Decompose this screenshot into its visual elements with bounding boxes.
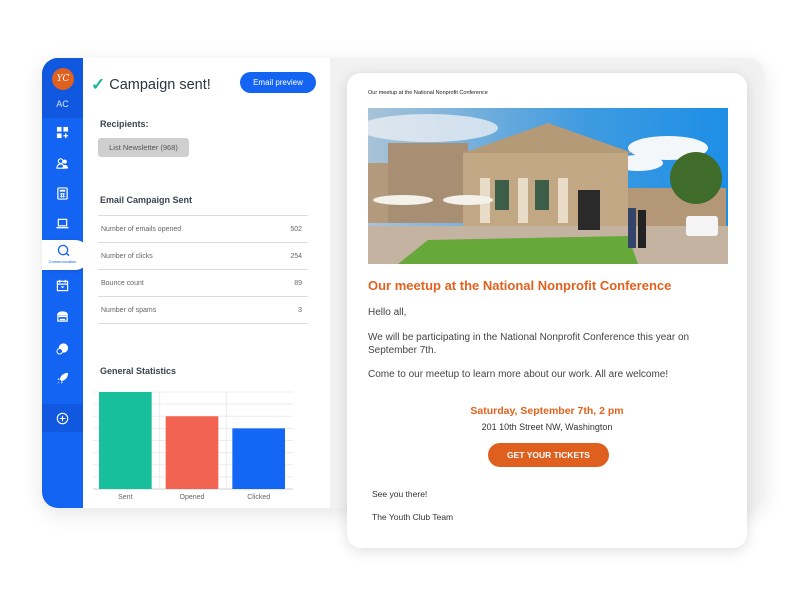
- bar-clicked: [232, 428, 285, 489]
- page-title-row: ✓ Campaign sent!: [91, 75, 211, 95]
- stat-label: Number of emails opened: [101, 225, 182, 233]
- laptop-icon[interactable]: [55, 216, 70, 231]
- email-title: Our meetup at the National Nonprofit Con…: [368, 278, 672, 293]
- calendar-icon[interactable]: [55, 278, 70, 293]
- table-row: Number of spams 3: [98, 297, 308, 324]
- x-tick-label: Sent: [118, 494, 132, 501]
- general-stats-heading: General Statistics: [100, 366, 177, 376]
- campaign-summary-panel: ✓ Campaign sent! Email preview Recipient…: [83, 58, 330, 508]
- email-greeting: Hello all,: [368, 307, 407, 318]
- stat-value: 89: [294, 279, 302, 287]
- sidebar: YC AC: [42, 58, 83, 508]
- stat-label: Number of clicks: [101, 252, 153, 260]
- email-signoff: See you there!: [372, 489, 428, 499]
- dashboard-add-icon[interactable]: [55, 125, 70, 140]
- bar-opened: [165, 416, 219, 489]
- rocket-icon[interactable]: [55, 371, 70, 386]
- stat-value: 3: [298, 306, 302, 314]
- x-tick-label: Clicked: [247, 494, 270, 501]
- email-preview-card: Our meetup at the National Nonprofit Con…: [347, 73, 747, 548]
- stats-heading: Email Campaign Sent: [100, 195, 193, 205]
- recipients-heading: Recipients:: [100, 119, 149, 129]
- bar-sent: [99, 392, 152, 489]
- stat-label: Number of spams: [101, 306, 157, 314]
- table-row: Number of emails opened 502: [98, 216, 308, 243]
- table-row: Bounce count 89: [98, 270, 308, 297]
- email-paragraph-2: Come to our meetup to learn more about o…: [368, 369, 669, 380]
- stat-label: Bounce count: [101, 279, 144, 287]
- contacts-icon[interactable]: [55, 156, 70, 171]
- store-icon[interactable]: [55, 309, 70, 324]
- x-tick-label: Opened: [180, 494, 205, 501]
- recipient-list-chip[interactable]: List Newsletter (968): [98, 138, 189, 157]
- email-signature: The Youth Club Team: [372, 512, 454, 522]
- stat-value: 502: [290, 225, 302, 233]
- get-tickets-button[interactable]: GET YOUR TICKETS: [488, 443, 609, 467]
- communication-icon: [57, 244, 70, 257]
- stat-value: 254: [290, 252, 302, 260]
- email-preview-button[interactable]: Email preview: [240, 72, 316, 93]
- account-label[interactable]: AC: [42, 99, 83, 109]
- donation-icon[interactable]: [55, 341, 70, 356]
- calculator-icon[interactable]: [55, 186, 70, 201]
- email-paragraph-1: We will be participating in the National…: [368, 332, 690, 356]
- org-logo[interactable]: YC: [52, 68, 74, 90]
- sidebar-item-label: Communication: [48, 259, 77, 264]
- hero-image: [368, 108, 728, 264]
- table-row: Number of clicks 254: [98, 243, 308, 270]
- stats-table: Number of emails opened 502 Number of cl…: [98, 215, 308, 324]
- page-title: Campaign sent!: [109, 77, 211, 93]
- general-stats-chart: Sent Opened Clicked: [93, 391, 293, 501]
- plus-circle-icon[interactable]: [55, 411, 70, 426]
- email-subject-line: Our meetup at the National Nonprofit Con…: [368, 90, 488, 96]
- event-address: 201 10th Street NW, Washington: [481, 422, 613, 432]
- check-icon: ✓: [91, 75, 106, 94]
- event-date: Saturday, September 7th, 2 pm: [470, 405, 624, 417]
